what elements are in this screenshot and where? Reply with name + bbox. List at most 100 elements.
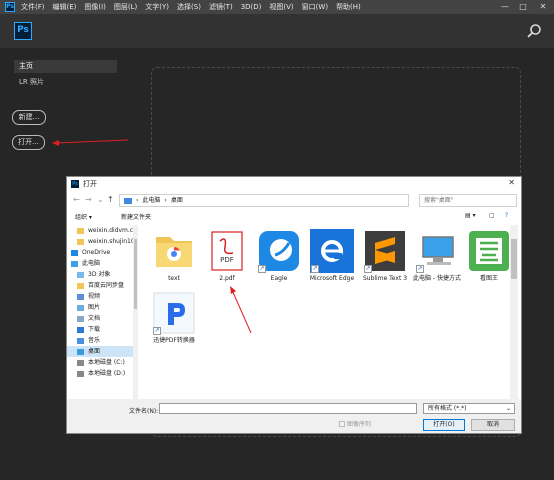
minimize-button[interactable]: — [496, 0, 514, 14]
computer-icon [71, 260, 78, 267]
nav-item-label: 图片 [88, 304, 101, 311]
nav-item[interactable]: weixin.shujin10 [67, 236, 137, 247]
computer-icon: ↗ [415, 229, 459, 273]
back-icon[interactable]: ← [73, 195, 80, 204]
pdf-badge: PDF [220, 256, 234, 264]
dialog-open-button[interactable]: 打开(O) [423, 419, 465, 431]
navigation-pane: weixin.didvm.c weixin.shujin10 OneDrive 此电脑… [67, 225, 137, 399]
file-label: 迅捷PDF转换器 [153, 337, 195, 344]
file-item-pdf[interactable]: PDF 2.pdf [201, 229, 253, 282]
search-input[interactable]: 搜索"桌面" [419, 194, 517, 207]
file-item-eagle[interactable]: ↗ Eagle [253, 229, 305, 282]
picture-icon [77, 304, 84, 311]
maximize-button[interactable]: □ [514, 0, 532, 14]
recent-locations-icon[interactable]: ⌄ [97, 195, 104, 204]
chevron-down-icon: ⌄ [505, 405, 511, 412]
menu-3d[interactable]: 3D(D) [241, 3, 262, 11]
pdf-icon: PDF [205, 229, 249, 273]
file-list-scrollbar-thumb[interactable] [511, 239, 517, 279]
checkbox-icon [339, 420, 345, 427]
chevron-icon: › [136, 197, 139, 204]
up-icon[interactable]: ↑ [107, 195, 114, 204]
path-segment[interactable]: 桌面 [171, 195, 183, 206]
menu-type[interactable]: 文字(Y) [145, 2, 169, 12]
folder-icon [124, 197, 132, 204]
nav-item[interactable]: 百度云同步盘 [67, 280, 137, 291]
file-item-pdf-converter[interactable]: ↗ 迅捷PDF转换器 [148, 291, 200, 344]
nav-item-label: weixin.shujin10 [88, 238, 135, 245]
nav-item[interactable]: 本地磁盘 (C:) [67, 357, 137, 368]
drive-icon [77, 370, 84, 377]
address-field[interactable]: › 此电脑 › 桌面 [119, 194, 409, 207]
new-button[interactable]: 新建... [12, 110, 46, 125]
menu-edit[interactable]: 编辑(E) [53, 2, 77, 12]
eagle-icon: ↗ [257, 229, 301, 273]
file-item-text[interactable]: text [148, 229, 200, 282]
search-icon[interactable] [526, 23, 542, 39]
menu-file[interactable]: 文件(F) [21, 2, 45, 12]
nav-item-label: weixin.didvm.c [88, 227, 134, 234]
file-label: Eagle [270, 275, 288, 282]
music-icon [77, 337, 84, 344]
ps-icon: Ps [71, 180, 79, 188]
nav-item-label: 本地磁盘 (C:) [88, 359, 125, 366]
filename-label: 文件名(N): [129, 408, 159, 415]
drive-icon [77, 359, 84, 366]
forward-icon[interactable]: → [85, 195, 92, 204]
view-options-icon[interactable]: ▤ ▾ [465, 212, 476, 219]
nav-item[interactable]: 桌面 [67, 346, 137, 357]
dialog-toolbar: 组织 ▾ 新建文件夹 ▤ ▾ ▢ ? [67, 210, 521, 224]
nav-item[interactable]: weixin.didvm.c [67, 225, 137, 236]
menu-layer[interactable]: 图层(L) [114, 2, 137, 12]
menu-filter[interactable]: 滤镜(T) [209, 2, 233, 12]
document-icon [77, 315, 84, 322]
open-file-dialog: Ps 打开 ✕ ← → ⌄ ↑ › 此电脑 › 桌面 搜索"桌面" 组织 ▾ 新… [66, 176, 522, 434]
menu-select[interactable]: 选择(S) [177, 2, 201, 12]
image-sequence-label: 图像序列 [347, 421, 372, 428]
close-icon[interactable]: ✕ [508, 178, 515, 187]
nav-item[interactable]: 3D 对象 [67, 269, 137, 280]
image-sequence-checkbox[interactable]: 图像序列 [339, 419, 371, 428]
close-button[interactable]: ✕ [534, 0, 552, 14]
nav-item-label: 3D 对象 [88, 271, 111, 278]
file-label: 此电脑 - 快捷方式 [413, 275, 461, 282]
nav-item-label: 百度云同步盘 [88, 282, 125, 289]
cloud-icon [71, 249, 78, 256]
file-item-sublime[interactable]: ↗ Sublime Text 3 [359, 229, 411, 282]
file-item-edge[interactable]: ↗ Microsoft Edge [306, 229, 358, 282]
shortcut-arrow-icon: ↗ [416, 265, 424, 273]
preview-pane-icon[interactable]: ▢ [489, 212, 495, 219]
nav-item-label: 视频 [88, 293, 101, 300]
new-folder-button[interactable]: 新建文件夹 [121, 212, 151, 221]
nav-item[interactable]: OneDrive [67, 247, 137, 258]
path-segment[interactable]: 此电脑 [142, 195, 160, 206]
file-label: 2.pdf [219, 275, 235, 282]
filetype-select[interactable]: 所有格式 (*.*) ⌄ [423, 403, 515, 414]
nav-item[interactable]: 音乐 [67, 335, 137, 346]
nav-item-label: OneDrive [82, 249, 111, 256]
nav-item[interactable]: 此电脑 [67, 258, 137, 269]
nav-item[interactable]: 视频 [67, 291, 137, 302]
sublime-icon: ↗ [363, 229, 407, 273]
menu-image[interactable]: 图像(I) [84, 2, 106, 12]
menu-window[interactable]: 窗口(W) [302, 2, 328, 12]
nav-item[interactable]: 本地磁盘 (D:) [67, 368, 137, 379]
nav-item[interactable]: 下载 [67, 324, 137, 335]
sidebar-item-home[interactable]: 主页 [14, 60, 117, 73]
open-button[interactable]: 打开... [12, 135, 45, 150]
menu-help[interactable]: 帮助(H) [336, 2, 361, 12]
dialog-cancel-button[interactable]: 取消 [471, 419, 515, 431]
nav-scrollbar-thumb[interactable] [134, 239, 137, 309]
help-icon[interactable]: ? [505, 212, 508, 219]
folder-icon [77, 227, 84, 234]
nav-item[interactable]: 文档 [67, 313, 137, 324]
menu-view[interactable]: 视图(V) [269, 2, 293, 12]
sidebar-item-lr-photos[interactable]: LR 照片 [19, 77, 44, 87]
file-item-image-viewer[interactable]: 看图王 [463, 229, 515, 282]
folder-icon [152, 229, 196, 273]
dialog-titlebar: Ps 打开 ✕ [67, 177, 521, 191]
file-item-this-pc[interactable]: ↗ 此电脑 - 快捷方式 [411, 229, 463, 282]
nav-item[interactable]: 图片 [67, 302, 137, 313]
organize-button[interactable]: 组织 ▾ [75, 212, 92, 221]
filename-input[interactable] [159, 403, 417, 414]
